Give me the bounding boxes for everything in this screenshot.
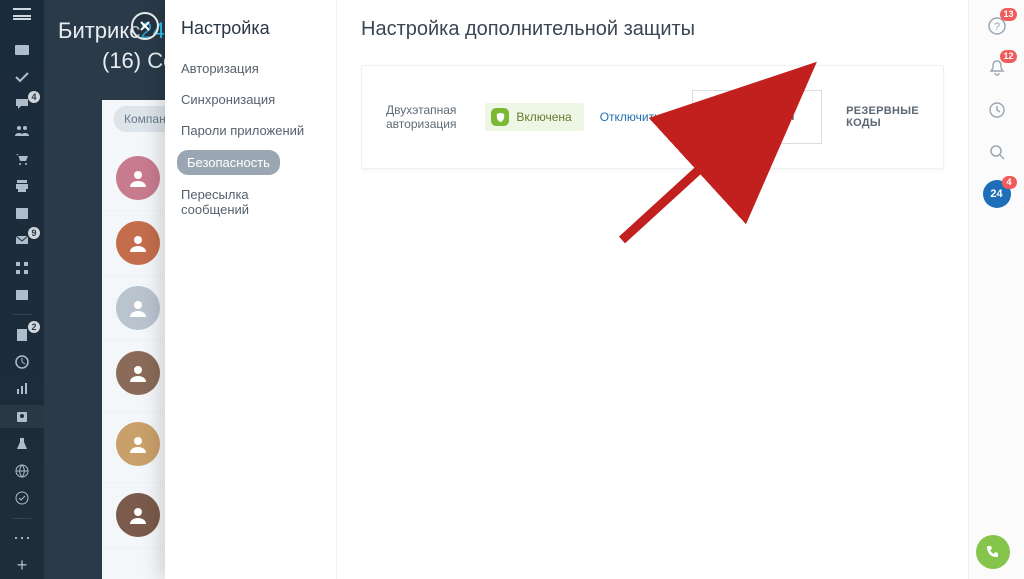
help-button[interactable]: ? 13 (983, 12, 1011, 40)
menu-icon[interactable] (13, 8, 31, 20)
search-button[interactable] (983, 138, 1011, 166)
rail-item-users[interactable] (0, 120, 44, 143)
rail-item-tasks[interactable]: 2 (0, 323, 44, 346)
rail-badge-tasks: 2 (28, 321, 40, 333)
avatar (116, 351, 160, 395)
nav-security[interactable]: Безопасность (177, 150, 280, 175)
settings-nav-title: Настройка (165, 16, 336, 53)
twofa-state-chip: Включена (485, 103, 583, 131)
settings-panel: Настройка Авторизация Синхронизация Паро… (165, 0, 968, 579)
rail-item-globe[interactable] (0, 459, 44, 482)
avatar (116, 286, 160, 330)
avatar (116, 422, 160, 466)
b24-chip-label: 24 (990, 188, 1002, 200)
nav-sync[interactable]: Синхронизация (165, 84, 336, 115)
nav-auth[interactable]: Авторизация (165, 53, 336, 84)
rail-item-mail[interactable]: 9 (0, 229, 44, 252)
phone-changed-button[interactable]: У МЕНЯ ПОМЕНЯЛСЯ ТЕЛЕФОН (692, 90, 822, 144)
close-icon (138, 19, 152, 33)
avatar (116, 493, 160, 537)
rail-badge-mail: 9 (28, 227, 40, 239)
clock-button[interactable] (983, 96, 1011, 124)
backup-codes-button[interactable]: РЕЗЕРВНЫЕ КОДЫ (846, 105, 919, 129)
rail-item-dashboard[interactable] (0, 38, 44, 61)
twofa-disable-link[interactable]: Отключить (600, 110, 661, 124)
clock-icon (988, 101, 1006, 119)
help-badge: 13 (1000, 8, 1016, 21)
rail-item-calendar[interactable] (0, 202, 44, 225)
avatar (116, 221, 160, 265)
settings-nav: Настройка Авторизация Синхронизация Паро… (165, 0, 337, 579)
left-rail: 4 9 2 ⋯ + (0, 0, 44, 579)
twofa-state-text: Включена (516, 110, 571, 124)
settings-body-title: Настройка дополнительной защиты (361, 18, 944, 41)
rail-badge-chat: 4 (28, 91, 40, 103)
close-button[interactable] (131, 12, 159, 40)
b24-badge: 4 (1002, 176, 1017, 189)
twofa-panel: Двухэтапная авторизация Включена Отключи… (361, 65, 944, 169)
rail-separator (13, 314, 31, 315)
shield-icon (491, 108, 509, 126)
rail-separator-2 (13, 518, 31, 519)
rail-item-stats[interactable] (0, 378, 44, 401)
rail-item-chat[interactable]: 4 (0, 93, 44, 116)
phone-icon (985, 544, 1001, 560)
rail-item-done[interactable] (0, 487, 44, 510)
settings-body: Настройка дополнительной защиты Двухэтап… (337, 0, 968, 579)
rail-item-more[interactable]: ⋯ (0, 527, 44, 550)
rail-item-print[interactable] (0, 174, 44, 197)
notifications-button[interactable]: 12 (983, 54, 1011, 82)
nav-app-passwords[interactable]: Пароли приложений (165, 115, 336, 146)
call-button[interactable] (976, 535, 1010, 569)
b24-chip[interactable]: 24 4 (983, 180, 1011, 208)
right-rail: ? 13 12 24 4 (968, 0, 1024, 579)
avatar (116, 156, 160, 200)
brand-text: Битрикс (58, 18, 140, 43)
rail-item-check[interactable] (0, 65, 44, 88)
rail-item-add[interactable]: + (0, 554, 44, 577)
rail-item-profile[interactable] (0, 405, 44, 428)
rail-item-flask[interactable] (0, 432, 44, 455)
twofa-label: Двухэтапная авторизация (386, 103, 469, 131)
rail-item-cart[interactable] (0, 147, 44, 170)
nav-forwarding[interactable]: Пересылка сообщений (165, 179, 336, 225)
bell-badge: 12 (1000, 50, 1016, 63)
rail-item-window[interactable] (0, 283, 44, 306)
rail-item-apps[interactable] (0, 256, 44, 279)
search-icon (988, 143, 1006, 161)
rail-item-time[interactable] (0, 351, 44, 374)
svg-text:?: ? (993, 21, 999, 33)
